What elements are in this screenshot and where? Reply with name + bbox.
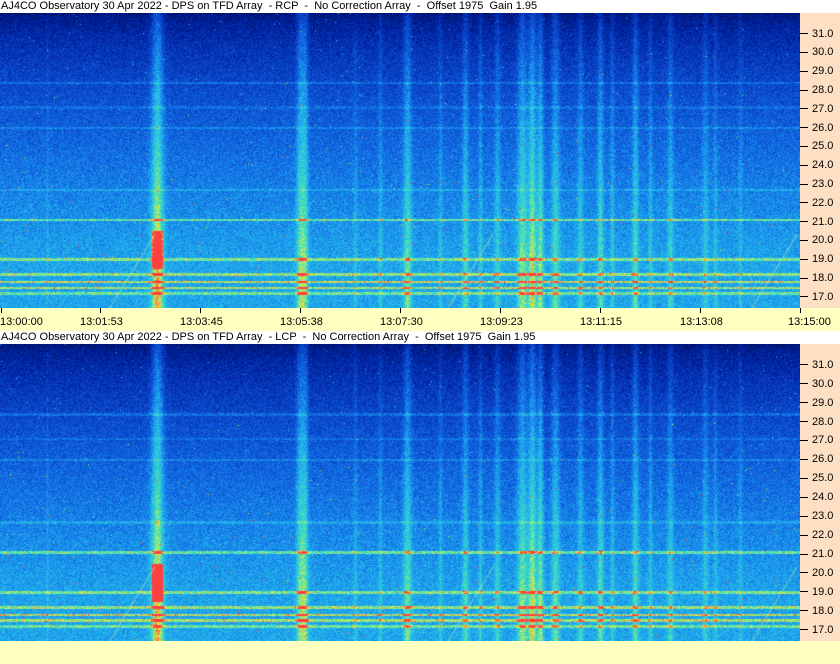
- y-tick-label: 23.0: [800, 510, 833, 522]
- x-tick: [700, 308, 701, 313]
- y-tick-label: 25.0: [800, 472, 833, 484]
- x-tick: [1, 308, 2, 313]
- y-tick-label: 27.0: [800, 434, 833, 446]
- x-tick: [400, 308, 401, 313]
- y-tick-label: 19.0: [800, 253, 833, 265]
- y-tick-label: 28.0: [800, 416, 833, 428]
- y-tick-label: 26.0: [800, 453, 833, 465]
- y-tick-label: 27.0: [800, 103, 833, 115]
- x-tick: [800, 308, 801, 313]
- y-tick-label: 24.0: [800, 491, 833, 503]
- x-tick-label: 13:01:53: [80, 316, 123, 328]
- y-tick-label: 25.0: [800, 140, 833, 152]
- y-tick-label: 18.0: [800, 272, 833, 284]
- y-tick-label: 26.0: [800, 122, 833, 134]
- frequency-axis-lcp: 31.0 30.0 29.0 28.0 27.0 26.0 25.0 24.0 23.0 22.0…: [800, 344, 840, 641]
- x-tick: [100, 308, 101, 313]
- y-tick-label: 30.0: [800, 46, 833, 58]
- x-tick-label: 13:07:30: [380, 316, 423, 328]
- time-axis-rcp: 13:00:00 13:01:53 13:03:45 13:05:38 13:07:30…: [0, 308, 840, 331]
- frequency-axis-rcp: 31.0 30.0 29.0 28.0 27.0 26.0 25.0 24.0 23.0 22.0…: [800, 13, 840, 308]
- y-tick-label: 18.0: [800, 605, 833, 617]
- y-tick-label: 30.0: [800, 378, 833, 390]
- y-tick-label: 29.0: [800, 65, 833, 77]
- y-tick-label: 23.0: [800, 178, 833, 190]
- panel-title-rcp: AJ4CO Observatory 30 Apr 2022 - DPS on T…: [0, 0, 840, 13]
- y-tick-label: 17.0: [800, 291, 833, 303]
- y-tick-label: 24.0: [800, 159, 833, 171]
- y-tick-label: 22.0: [800, 197, 833, 209]
- y-tick-label: 31.0: [800, 359, 833, 371]
- y-tick-label: 21.0: [800, 216, 833, 228]
- spectrogram-rcp: [0, 13, 800, 308]
- x-tick-label: 13:13:08: [680, 316, 723, 328]
- x-tick-label: 13:00:00: [0, 316, 43, 328]
- panel-title-lcp: AJ4CO Observatory 30 Apr 2022 - DPS on T…: [0, 331, 840, 344]
- x-tick: [500, 308, 501, 313]
- x-tick-label: 13:09:23: [480, 316, 523, 328]
- y-tick-label: 20.0: [800, 234, 833, 246]
- time-axis-lcp: [0, 641, 840, 664]
- x-tick-label: 13:03:45: [180, 316, 223, 328]
- y-tick-label: 17.0: [800, 624, 833, 636]
- x-tick: [300, 308, 301, 313]
- y-tick-label: 20.0: [800, 567, 833, 579]
- spectrogram-lcp: [0, 344, 800, 641]
- x-tick: [600, 308, 601, 313]
- x-tick-label: 13:11:15: [580, 316, 623, 328]
- y-tick-label: 28.0: [800, 84, 833, 96]
- x-tick-label: 13:05:38: [280, 316, 323, 328]
- x-tick: [200, 308, 201, 313]
- y-tick-label: 19.0: [800, 586, 833, 598]
- x-tick-label: 13:15:00: [788, 316, 831, 328]
- y-tick-label: 21.0: [800, 548, 833, 560]
- y-tick-label: 29.0: [800, 397, 833, 409]
- y-tick-label: 31.0: [800, 28, 833, 40]
- y-tick-label: 22.0: [800, 529, 833, 541]
